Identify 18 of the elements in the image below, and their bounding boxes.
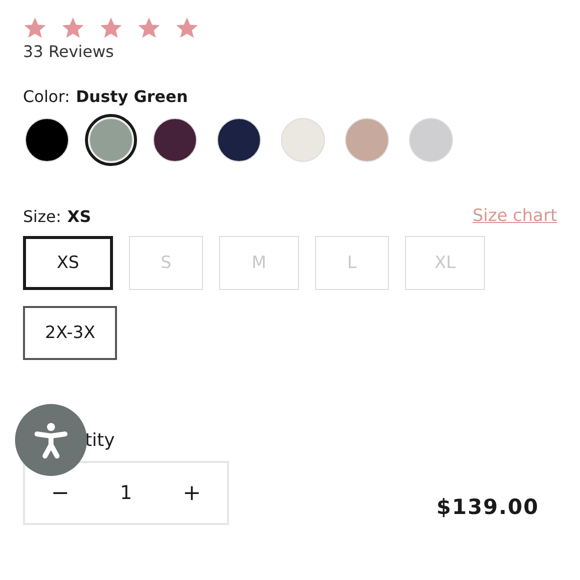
price: $139.00: [436, 495, 539, 519]
size-option[interactable]: XS: [23, 236, 113, 290]
star-icon: [23, 16, 47, 40]
quantity-value: 1: [120, 482, 132, 504]
color-label: Color:: [23, 87, 70, 106]
star-icon: [61, 16, 85, 40]
color-swatch[interactable]: [85, 114, 137, 166]
star-icon: [99, 16, 123, 40]
size-label: Size:: [23, 206, 62, 226]
star-icon: [137, 16, 161, 40]
selected-size: XS: [67, 206, 92, 226]
quantity-label: tity: [85, 430, 115, 451]
size-option[interactable]: 2X-3X: [23, 306, 118, 360]
decrease-button[interactable]: −: [47, 480, 74, 506]
star-icon: [175, 16, 199, 40]
selected-color: Dusty Green: [76, 87, 188, 106]
review-count[interactable]: 33 Reviews: [23, 42, 114, 61]
increase-button[interactable]: +: [178, 480, 205, 506]
